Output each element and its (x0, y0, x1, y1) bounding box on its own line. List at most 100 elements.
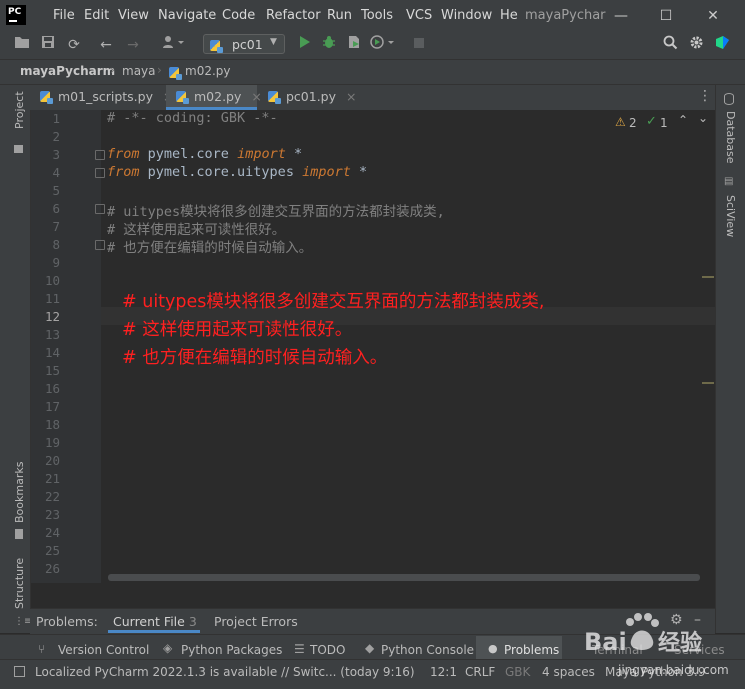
menu-window[interactable]: Window (441, 8, 492, 23)
fold-marker-icon[interactable] (95, 168, 105, 178)
run-with-coverage-icon[interactable] (344, 35, 364, 55)
minimize-button[interactable]: — (611, 6, 631, 26)
line-number-current: 12 (44, 309, 60, 324)
back-arrow-icon[interactable]: ← (96, 35, 116, 55)
search-icon[interactable] (660, 35, 680, 55)
menu-vcs[interactable]: VCS (406, 8, 432, 23)
line-number: 20 (44, 453, 60, 468)
structure-tool-button[interactable]: Structure (13, 558, 26, 609)
menu-help[interactable]: He (500, 8, 518, 23)
save-icon[interactable] (38, 35, 58, 55)
tool-services[interactable]: Services (674, 643, 725, 657)
chevron-down-icon[interactable]: ⌄ (698, 111, 708, 125)
vcs-user-icon[interactable] (160, 35, 188, 55)
line-number: 11 (44, 291, 60, 306)
tab-label: pc01.py (285, 89, 337, 104)
tab-current-file[interactable]: Current File 3 (113, 614, 197, 629)
tab-m01-scripts[interactable]: m01_scripts.py × (30, 85, 173, 110)
close-button[interactable]: ✕ (703, 6, 723, 26)
menu-edit[interactable]: Edit (84, 8, 109, 23)
tab-pc01[interactable]: pc01.py × (258, 85, 356, 110)
caret-position[interactable]: 12:1 (430, 665, 457, 679)
fold-marker-icon[interactable] (95, 150, 105, 160)
bookmarks-tool-button[interactable]: Bookmarks (13, 462, 26, 523)
open-folder-icon[interactable] (12, 35, 32, 55)
pycharm-logo-icon: PC (6, 5, 26, 25)
problems-panel-header: Problems: Current File 3 Project Errors … (30, 608, 715, 634)
line-number: 10 (44, 273, 60, 288)
module-name: pymel.core (139, 146, 238, 162)
line-number: 19 (44, 435, 60, 450)
more-tabs-icon[interactable]: ⋮ (698, 88, 712, 104)
line-number: 1 (52, 111, 60, 126)
keyword: from (107, 146, 140, 162)
menu-file[interactable]: File (53, 8, 75, 23)
line-separator[interactable]: CRLF (465, 665, 495, 679)
code-line-7: # 这样使用起来可读性很好。 (107, 222, 286, 238)
run-configuration-select[interactable]: pc01 ▼ (203, 34, 285, 54)
tool-terminal[interactable]: Terminal (592, 643, 643, 657)
menu-refactor[interactable]: Refactor (266, 8, 321, 23)
forward-arrow-icon[interactable]: → (123, 35, 143, 55)
jetbrains-toolbox-icon[interactable] (712, 35, 732, 55)
line-number: 17 (44, 399, 60, 414)
refresh-icon[interactable]: ⟳ (64, 35, 84, 55)
scrollbar-marker (702, 276, 714, 278)
line-number: 14 (44, 345, 60, 360)
breadcrumb-project[interactable]: mayaPycharm (20, 64, 115, 78)
code-line-8: # 也方便在编辑的时候自动输入。 (107, 240, 313, 256)
line-number: 22 (44, 489, 60, 504)
fold-marker-icon[interactable] (95, 240, 105, 250)
line-number: 18 (44, 417, 60, 432)
menu-view[interactable]: View (118, 8, 149, 23)
tool-python-packages[interactable]: Python Packages (181, 643, 282, 657)
python-interpreter[interactable]: Maya Python 3.9 (605, 665, 705, 679)
menu-code[interactable]: Code (222, 8, 255, 23)
database-tool-button[interactable]: Database (724, 111, 737, 164)
panel-toggle-icon[interactable] (14, 666, 25, 677)
project-tool-button[interactable]: Project (13, 91, 26, 129)
settings-gear-icon[interactable]: ⚙ (670, 612, 683, 628)
stop-icon[interactable] (409, 35, 429, 55)
breadcrumb-file[interactable]: m02.py (185, 64, 231, 78)
line-number: 6 (52, 201, 60, 216)
hide-panel-icon[interactable]: – (694, 612, 701, 628)
current-file-label: Current File (113, 614, 185, 629)
weak-warning-count[interactable]: 1 (660, 116, 668, 130)
chevron-up-icon[interactable]: ⌃ (678, 113, 688, 127)
close-tab-icon[interactable]: × (346, 89, 356, 104)
menu-navigate[interactable]: Navigate (158, 8, 216, 23)
debug-icon[interactable] (319, 35, 339, 55)
weak-warning-check-icon[interactable]: ✓ (646, 114, 657, 129)
tab-project-errors[interactable]: Project Errors (214, 614, 298, 629)
fold-marker-icon[interactable] (95, 204, 105, 214)
tab-m02[interactable]: m02.py × (166, 85, 262, 110)
line-number: 21 (44, 471, 60, 486)
code-line-1: # -*- coding: GBK -*- (107, 110, 278, 126)
tool-python-console[interactable]: Python Console (381, 643, 474, 657)
python-file-icon (169, 67, 182, 80)
profile-icon[interactable] (368, 35, 398, 55)
line-number: 26 (44, 561, 60, 576)
indent-setting[interactable]: 4 spaces (542, 665, 595, 679)
maximize-button[interactable]: ☐ (656, 6, 676, 26)
file-encoding[interactable]: GBK (505, 665, 530, 679)
menu-run[interactable]: Run (327, 8, 352, 23)
status-message[interactable]: Localized PyCharm 2022.1.3 is available … (35, 665, 415, 679)
title-bar: PC File Edit View Navigate Code Refactor… (0, 0, 745, 31)
chevron-right-icon: › (157, 63, 162, 77)
tool-todo[interactable]: TODO (310, 643, 345, 657)
run-icon[interactable] (295, 35, 315, 55)
warning-count[interactable]: 2 (629, 116, 637, 130)
warning-icon[interactable]: ⚠ (615, 115, 626, 129)
settings-gear-icon[interactable] (686, 35, 706, 55)
left-tool-strip: Project Bookmarks Structure ⋮≡ (0, 85, 32, 633)
sciview-tool-button[interactable]: SciView (724, 195, 737, 237)
horizontal-scrollbar[interactable] (108, 574, 700, 581)
tool-problems-active[interactable]: ● Problems (476, 636, 562, 659)
tool-version-control[interactable]: Version Control (58, 643, 149, 657)
line-number: 16 (44, 381, 60, 396)
breadcrumb-folder[interactable]: maya (122, 64, 156, 78)
menu-tools[interactable]: Tools (361, 8, 393, 23)
problems-label: Problems: (36, 614, 98, 629)
